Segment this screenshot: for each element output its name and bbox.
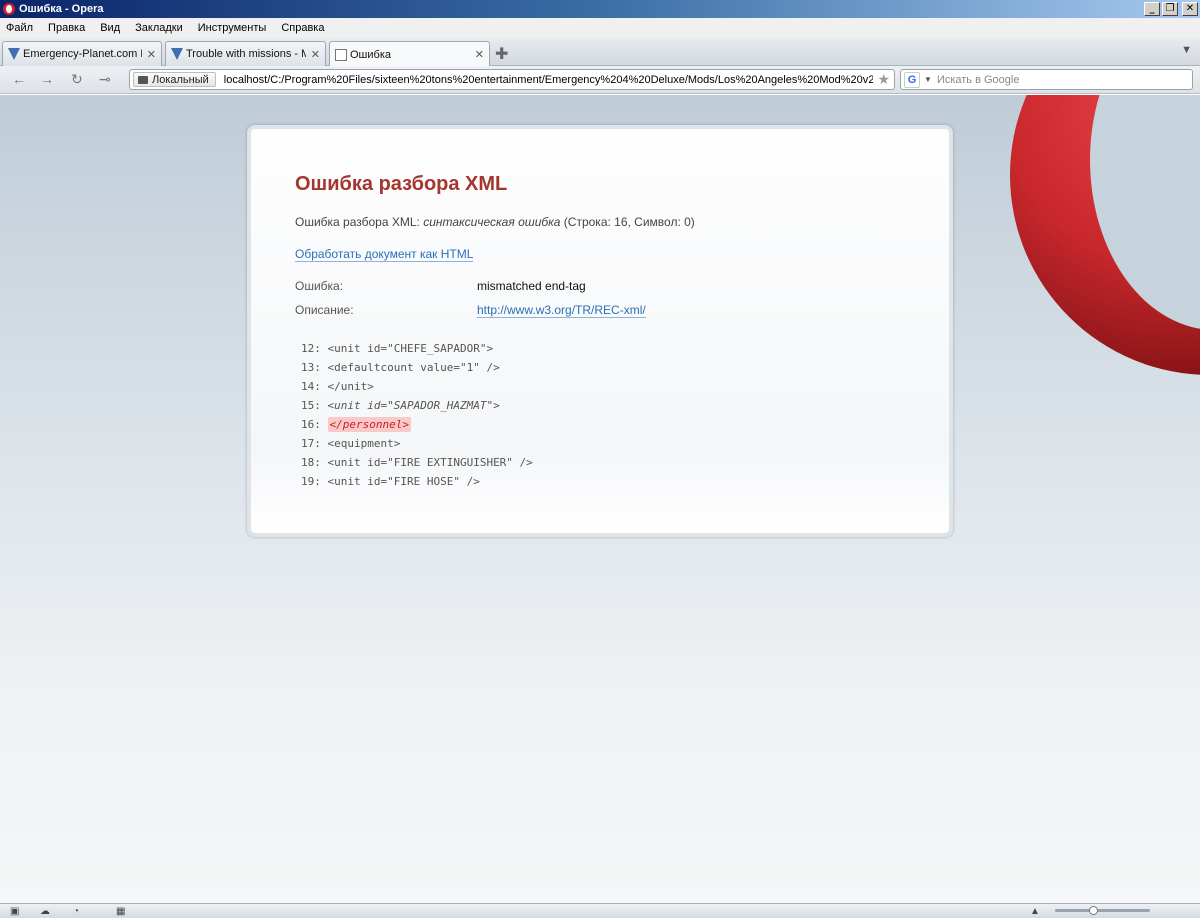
tab-label: Emergency-Planet.com E... bbox=[23, 48, 142, 60]
tab-menu-chevron-icon[interactable]: ▼ bbox=[1181, 44, 1192, 56]
tab-label: Ошибка bbox=[350, 48, 391, 61]
new-tab-icon[interactable]: ✚ bbox=[495, 44, 508, 64]
line-text: <unit id="FIRE EXTINGUISHER" /> bbox=[327, 456, 533, 469]
search-engine-dropdown-icon[interactable]: ▼ bbox=[924, 75, 932, 84]
turbo-icon[interactable]: ◔ bbox=[73, 906, 79, 917]
description-label: Описание: bbox=[295, 303, 354, 317]
menu-view[interactable]: Вид bbox=[100, 22, 120, 34]
line-text: </unit> bbox=[327, 380, 374, 393]
tab-emergency-planet[interactable]: Emergency-Planet.com E... ✕ bbox=[2, 41, 162, 66]
monitor-icon bbox=[138, 75, 148, 84]
code-line: 18: <unit id="FIRE EXTINGUISHER" /> bbox=[301, 453, 909, 472]
opera-o-logo-icon bbox=[1010, 95, 1200, 375]
line-number: 14: bbox=[301, 380, 321, 393]
line-number: 16: bbox=[301, 418, 321, 431]
forward-arrow-icon[interactable]: → bbox=[40, 71, 54, 87]
line-number: 17: bbox=[301, 437, 321, 450]
window-title: Ошибка - Opera bbox=[19, 3, 104, 15]
page-viewport: Ошибка разбора XML Ошибка разбора XML: с… bbox=[0, 95, 1200, 903]
opera-logo-icon bbox=[3, 3, 15, 15]
code-line: 13: <defaultcount value="1" /> bbox=[301, 358, 909, 377]
error-row: Ошибка: mismatched end-tag bbox=[295, 279, 909, 293]
back-arrow-icon[interactable]: ← bbox=[12, 71, 26, 87]
line-text: <equipment> bbox=[327, 437, 401, 450]
document-icon bbox=[335, 48, 347, 61]
speed-dial-grid-icon[interactable]: ▦ bbox=[116, 906, 125, 917]
restore-button[interactable]: ❐ bbox=[1162, 2, 1178, 16]
tab-label: Trouble with missions - M... bbox=[186, 48, 306, 60]
error-label: Ошибка: bbox=[295, 279, 344, 293]
url-text[interactable]: localhost/C:/Program%20Files/sixteen%20t… bbox=[224, 74, 874, 86]
code-line: 15: <unit id="SAPADOR_HAZMAT"> bbox=[301, 396, 909, 415]
minimize-button[interactable]: _ bbox=[1144, 2, 1160, 16]
page-title: Ошибка разбора XML bbox=[295, 173, 508, 195]
tab-error[interactable]: Ошибка ✕ bbox=[329, 41, 490, 67]
menu-file[interactable]: Файл bbox=[6, 22, 33, 34]
emergency-planet-favicon-icon bbox=[171, 48, 183, 60]
google-icon[interactable]: G bbox=[904, 71, 920, 88]
line-number: 18: bbox=[301, 456, 321, 469]
security-label: Локальный bbox=[152, 73, 209, 86]
status-bar: ▣ ☁ ◔ ▦ ▲ bbox=[0, 903, 1200, 918]
code-line: 14: </unit> bbox=[301, 377, 909, 396]
address-toolbar: ← → ↻ ⊸ Локальный localhost/C:/Program%2… bbox=[0, 66, 1200, 94]
source-excerpt: 12: <unit id="CHEFE_SAPADOR"> 13: <defaul… bbox=[301, 339, 909, 491]
reparse-as-html-link[interactable]: Обработать документ как HTML bbox=[295, 247, 474, 262]
close-tab-icon[interactable]: ✕ bbox=[311, 48, 320, 61]
emergency-planet-favicon-icon bbox=[8, 48, 20, 60]
menu-bookmarks[interactable]: Закладки bbox=[135, 22, 183, 34]
desc-emphasis: синтаксическая ошибка bbox=[423, 215, 561, 229]
error-description: Ошибка разбора XML: синтаксическая ошибк… bbox=[295, 215, 909, 229]
desc-suffix: (Строка: 16, Символ: 0) bbox=[560, 215, 695, 229]
line-text: <unit id="SAPADOR_HAZMAT"> bbox=[327, 399, 500, 412]
panel-toggle-icon[interactable]: ▣ bbox=[10, 906, 19, 917]
menu-bar: Файл Правка Вид Закладки Инструменты Спр… bbox=[0, 18, 1200, 38]
code-line-error: 16: </personnel> bbox=[301, 415, 909, 434]
zoom-slider-track[interactable] bbox=[1055, 909, 1150, 912]
error-card: Ошибка разбора XML Ошибка разбора XML: с… bbox=[247, 125, 953, 537]
bookmark-star-icon[interactable]: ★ bbox=[877, 71, 890, 88]
code-line: 19: <unit id="FIRE HOSE" /> bbox=[301, 472, 909, 491]
desc-prefix: Ошибка разбора XML: bbox=[295, 215, 424, 229]
line-number: 15: bbox=[301, 399, 321, 412]
menu-help[interactable]: Справка bbox=[281, 22, 324, 34]
url-field[interactable]: Локальный localhost/C:/Program%20Files/s… bbox=[129, 69, 895, 90]
key-icon[interactable]: ⊸ bbox=[99, 71, 111, 88]
local-security-badge[interactable]: Локальный bbox=[133, 72, 216, 87]
view-icon[interactable]: ▲ bbox=[1030, 906, 1040, 917]
line-number: 12: bbox=[301, 342, 321, 355]
code-line: 12: <unit id="CHEFE_SAPADOR"> bbox=[301, 339, 909, 358]
close-window-button[interactable]: ✕ bbox=[1182, 2, 1198, 16]
line-text: <defaultcount value="1" /> bbox=[327, 361, 500, 374]
menu-tools[interactable]: Инструменты bbox=[198, 22, 267, 34]
line-text: </personnel> bbox=[327, 417, 411, 432]
line-text: <unit id="CHEFE_SAPADOR"> bbox=[327, 342, 494, 355]
close-tab-icon[interactable]: ✕ bbox=[475, 48, 484, 61]
line-text: <unit id="FIRE HOSE" /> bbox=[327, 475, 480, 488]
line-number: 19: bbox=[301, 475, 321, 488]
search-placeholder[interactable]: Искать в Google bbox=[937, 74, 1020, 86]
description-row: Описание: http://www.w3.org/TR/REC-xml/ bbox=[295, 303, 909, 318]
menu-edit[interactable]: Правка bbox=[48, 22, 85, 34]
error-value: mismatched end-tag bbox=[477, 279, 586, 293]
reload-icon[interactable]: ↻ bbox=[71, 71, 83, 88]
line-number: 13: bbox=[301, 361, 321, 374]
window-controls: _ ❐ ✕ bbox=[1144, 2, 1198, 16]
code-line: 17: <equipment> bbox=[301, 434, 909, 453]
description-link[interactable]: http://www.w3.org/TR/REC-xml/ bbox=[477, 303, 646, 318]
window-titlebar: Ошибка - Opera _ ❐ ✕ bbox=[0, 0, 1200, 18]
tab-trouble-with-missions[interactable]: Trouble with missions - M... ✕ bbox=[165, 41, 326, 66]
zoom-slider-handle[interactable] bbox=[1089, 906, 1098, 915]
close-tab-icon[interactable]: ✕ bbox=[147, 48, 156, 61]
tab-bar: Emergency-Planet.com E... ✕ Trouble with… bbox=[0, 38, 1200, 67]
search-field[interactable]: G ▼ Искать в Google bbox=[900, 69, 1193, 90]
opera-unite-cloud-icon[interactable]: ☁ bbox=[40, 906, 50, 917]
